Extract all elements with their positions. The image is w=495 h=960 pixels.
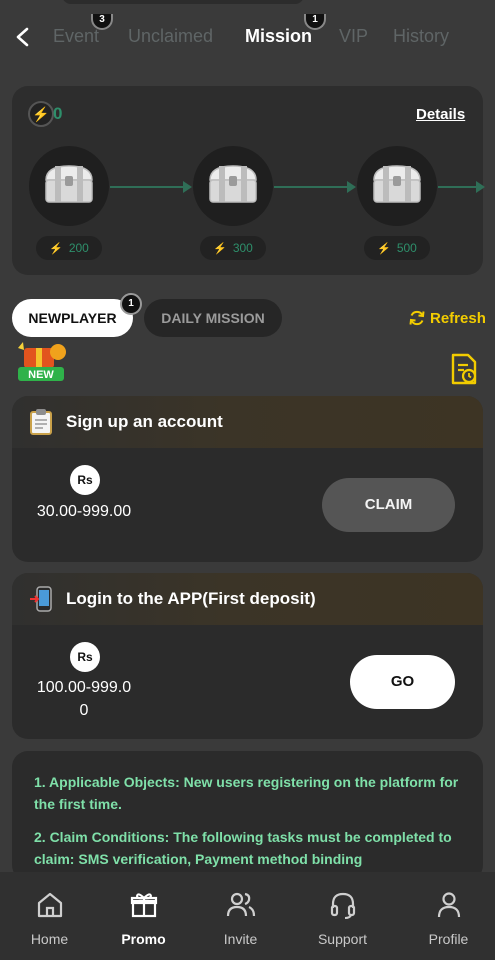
nav-support-label: Support <box>317 931 368 947</box>
details-link[interactable]: Details <box>416 106 465 123</box>
gift-icon <box>130 893 157 918</box>
bolt-icon: ⚡ <box>213 243 227 255</box>
home-icon <box>37 892 62 918</box>
tab-event-badge: 3 <box>91 14 113 30</box>
claim-button[interactable]: CLAIM <box>322 478 455 532</box>
refresh-button[interactable]: Refresh <box>408 309 486 327</box>
bolt-icon: ⚡ <box>49 243 63 255</box>
newplayer-tab[interactable]: NEWPLAYER <box>12 299 133 337</box>
nav-support[interactable]: Support <box>293 872 392 960</box>
person-icon <box>437 892 460 918</box>
points-value: 0 <box>53 104 63 123</box>
nav-promo[interactable]: Promo <box>94 872 193 960</box>
progress-arrow <box>274 181 356 193</box>
chest-2[interactable] <box>193 146 273 226</box>
rule-item: 1. Applicable Objects: New users registe… <box>34 774 459 812</box>
rule-item: 2. Claim Conditions: The following tasks… <box>34 829 452 867</box>
task-title: Sign up an account <box>66 412 223 431</box>
nav-profile-label: Profile <box>428 931 469 947</box>
reward-amount: 100.00-999.00 <box>36 679 132 719</box>
progress-arrow <box>438 181 485 193</box>
headset-icon <box>330 892 355 919</box>
nav-profile[interactable]: Profile <box>399 872 495 960</box>
reward-amount: 30.00-999.00 <box>36 503 132 520</box>
status-pill <box>62 0 304 4</box>
newplayer-badge: 1 <box>120 293 142 315</box>
tab-mission-badge: 1 <box>304 14 326 30</box>
nav-invite[interactable]: Invite <box>191 872 290 960</box>
chest-1-value: ⚡ 200 <box>36 236 102 260</box>
nav-home-label: Home <box>30 931 69 947</box>
chest-1-amount: 200 <box>68 241 89 255</box>
back-arrow-icon[interactable] <box>12 26 34 48</box>
bolt-icon: ⚡ <box>28 101 54 127</box>
tab-history[interactable]: History <box>393 26 449 47</box>
progress-arrow <box>110 181 192 193</box>
treasure-chest-icon <box>373 165 421 203</box>
treasure-chest-icon <box>209 165 257 203</box>
new-gift-icon: NEW <box>18 342 66 381</box>
chest-3-value: ⚡ 500 <box>364 236 430 260</box>
task-header: Login to the APP(First deposit) <box>12 573 483 625</box>
rules-panel: 1. Applicable Objects: New users registe… <box>12 751 483 881</box>
treasure-chest-icon <box>45 165 93 203</box>
new-badge-text: NEW <box>28 369 54 381</box>
currency-badge: Rs <box>70 642 100 672</box>
task-title: Login to the APP(First deposit) <box>66 589 316 608</box>
phone-login-icon <box>30 586 52 612</box>
top-tab-bar: Event 3 Unclaimed Mission 1 VIP History <box>0 0 495 76</box>
document-clock-icon[interactable] <box>450 353 478 385</box>
chest-2-value: ⚡ 300 <box>200 236 266 260</box>
currency-badge: Rs <box>70 465 100 495</box>
task-header: Sign up an account <box>12 396 483 448</box>
clipboard-icon <box>30 409 52 435</box>
chest-2-amount: 300 <box>232 241 253 255</box>
nav-invite-label: Invite <box>223 931 258 947</box>
bolt-icon: ⚡ <box>377 243 391 255</box>
chest-3[interactable] <box>357 146 437 226</box>
nav-home[interactable]: Home <box>0 872 99 960</box>
bottom-nav: Home Promo Invite Support Profile <box>0 872 495 960</box>
refresh-label: Refresh <box>430 310 486 327</box>
refresh-icon <box>409 310 425 326</box>
chest-1[interactable] <box>29 146 109 226</box>
tab-unclaimed[interactable]: Unclaimed <box>128 26 213 47</box>
daily-mission-tab[interactable]: DAILY MISSION <box>144 299 282 337</box>
chest-3-amount: 500 <box>396 241 417 255</box>
tab-vip[interactable]: VIP <box>339 26 368 47</box>
users-icon <box>226 892 255 917</box>
tab-mission[interactable]: Mission <box>245 26 312 47</box>
go-button[interactable]: GO <box>350 655 455 709</box>
nav-promo-label: Promo <box>121 931 166 947</box>
tab-event[interactable]: Event <box>53 26 99 47</box>
